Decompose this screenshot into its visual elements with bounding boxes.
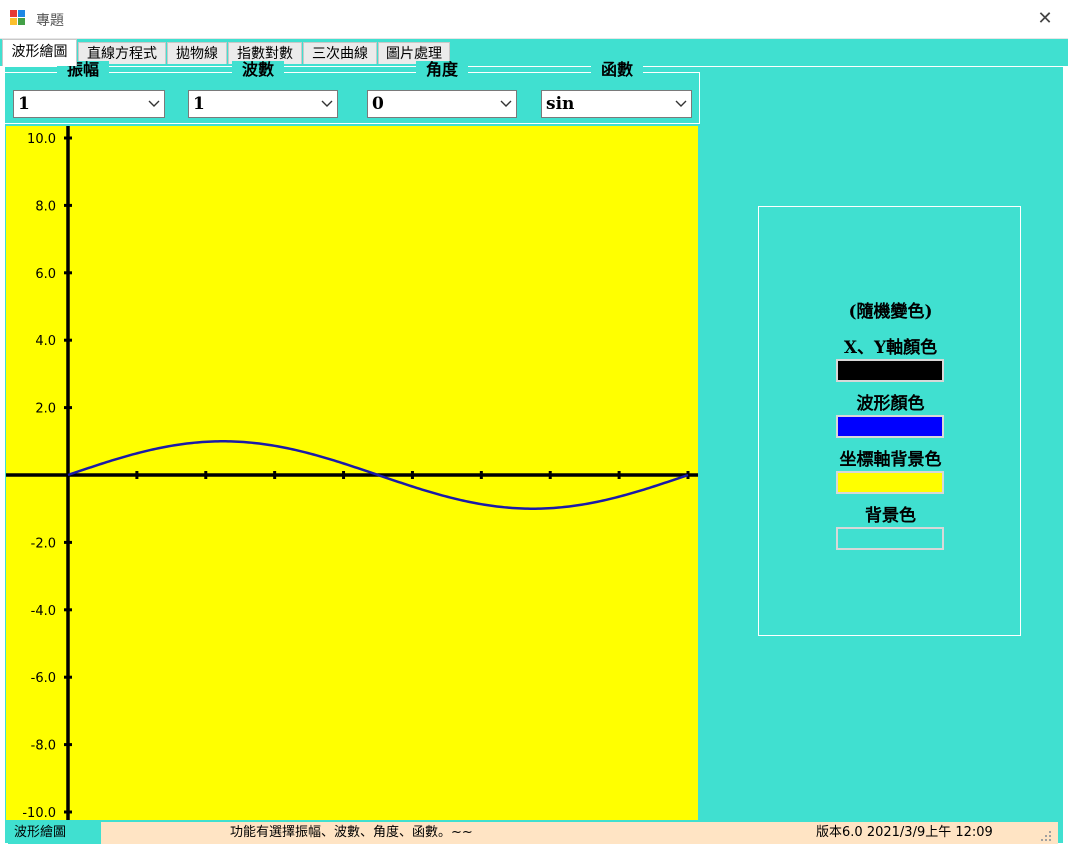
parameter-group: 振幅 波數 角度 函數 1 1 0 sin bbox=[4, 61, 700, 124]
close-button[interactable]: ✕ bbox=[1032, 6, 1058, 32]
random-color-heading: (隨機變色) bbox=[848, 302, 933, 322]
chevron-down-icon bbox=[675, 100, 687, 107]
waveform-plot: 10.0 8.0 6.0 4.0 2.0 -2.0 -4.0 -6.0 -8.0 -10.0 bbox=[6, 126, 698, 820]
wavenumber-label: 波數 bbox=[232, 61, 285, 79]
function-value: sin bbox=[546, 94, 575, 114]
y-tick-label: -2.0 bbox=[31, 536, 56, 551]
y-tick-label: 8.0 bbox=[35, 199, 56, 214]
chevron-down-icon bbox=[148, 100, 160, 107]
bg-color-swatch[interactable] bbox=[836, 527, 944, 550]
status-datetime: 2021/3/9上午 12:09 bbox=[866, 825, 993, 840]
tab-parabola[interactable]: 拋物線 bbox=[167, 42, 227, 64]
function-select[interactable]: sin bbox=[541, 90, 692, 118]
window-title: 專題 bbox=[36, 13, 64, 29]
chevron-down-icon bbox=[500, 100, 512, 107]
title-bar: 專題 ✕ bbox=[0, 0, 1068, 39]
status-mode: 波形繪圖 bbox=[8, 822, 101, 844]
y-tick-label: 2.0 bbox=[35, 402, 56, 417]
y-tick-label: 6.0 bbox=[35, 267, 56, 282]
wavenumber-select[interactable]: 1 bbox=[188, 90, 338, 118]
bg-color-label: 背景色 bbox=[865, 506, 916, 526]
axis-bg-color-swatch[interactable] bbox=[836, 471, 944, 494]
axis-color-swatch[interactable] bbox=[836, 359, 944, 382]
plot-background bbox=[6, 126, 698, 820]
wave-color-label: 波形顏色 bbox=[856, 394, 925, 414]
axis-color-label: X、Y軸顏色 bbox=[843, 338, 938, 358]
status-message: 功能有選擇振幅、波數、角度、函數。~~ bbox=[230, 825, 473, 840]
y-tick-label: -10.0 bbox=[22, 806, 56, 820]
angle-select[interactable]: 0 bbox=[367, 90, 517, 118]
resize-grip-icon[interactable] bbox=[1040, 830, 1052, 842]
wavenumber-value: 1 bbox=[193, 94, 205, 114]
status-version: 版本6.0 bbox=[816, 825, 863, 840]
y-tick-label: -8.0 bbox=[31, 739, 56, 754]
y-tick-label: -6.0 bbox=[31, 671, 56, 686]
status-version-datetime: 版本6.0 2021/3/9上午 12:09 bbox=[816, 822, 993, 844]
tab-cubic-curve[interactable]: 三次曲線 bbox=[303, 42, 377, 64]
chevron-down-icon bbox=[321, 100, 333, 107]
amplitude-select[interactable]: 1 bbox=[13, 90, 165, 118]
tab-waveform[interactable]: 波形繪圖 bbox=[2, 39, 77, 66]
y-tick-label: 10.0 bbox=[27, 132, 56, 147]
wave-color-swatch[interactable] bbox=[836, 415, 944, 438]
app-window-icon bbox=[10, 10, 26, 26]
y-tick-label: -4.0 bbox=[31, 604, 56, 619]
function-label: 函數 bbox=[591, 61, 644, 79]
angle-label: 角度 bbox=[416, 61, 469, 79]
amplitude-value: 1 bbox=[18, 94, 30, 114]
axis-bg-color-label: 坐標軸背景色 bbox=[839, 450, 942, 470]
color-panel: (隨機變色) X、Y軸顏色 波形顏色 坐標軸背景色 背景色 bbox=[758, 206, 1021, 636]
angle-value: 0 bbox=[372, 94, 384, 114]
y-tick-label: 4.0 bbox=[35, 334, 56, 349]
status-bar: 波形繪圖 功能有選擇振幅、波數、角度、函數。~~ 版本6.0 2021/3/9上… bbox=[8, 822, 1058, 844]
tab-strip: 波形繪圖 直線方程式 拋物線 指數對數 三次曲線 圖片處理 bbox=[0, 39, 1068, 66]
